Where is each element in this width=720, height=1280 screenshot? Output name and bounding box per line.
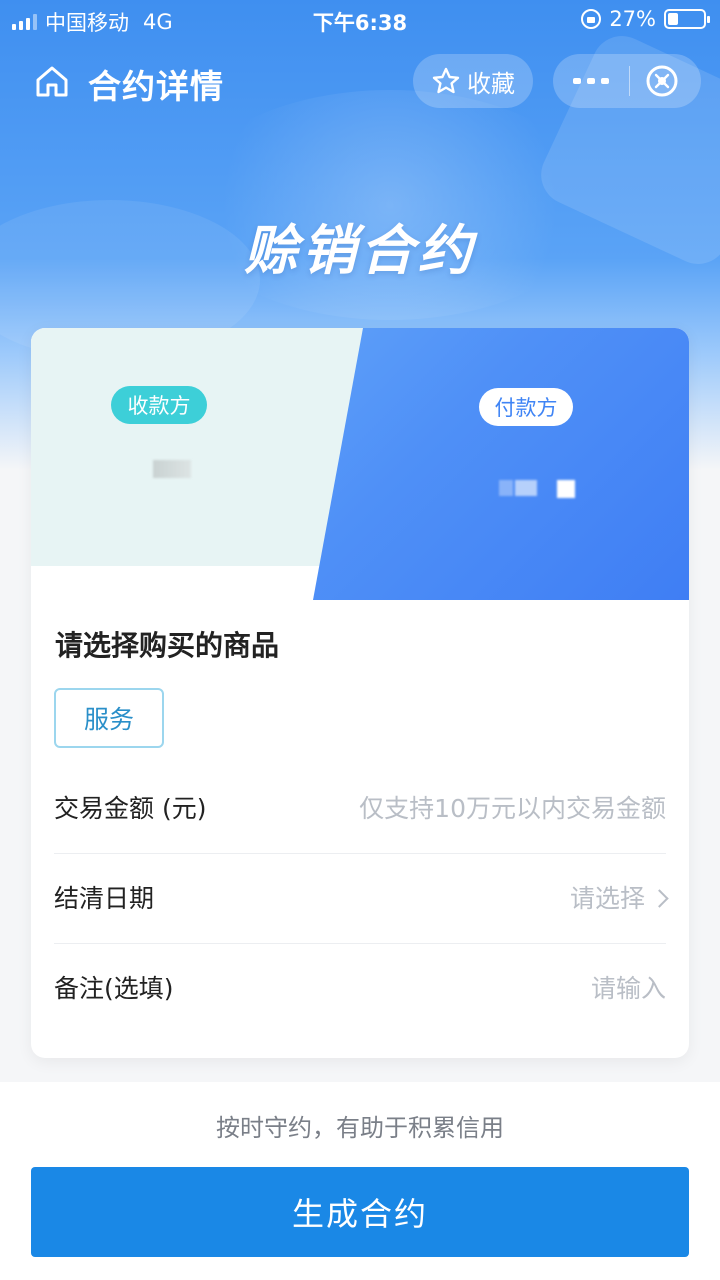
close-icon[interactable] bbox=[644, 63, 680, 99]
navbar: 合约详情 收藏 bbox=[0, 50, 720, 110]
note-label: 备注(选填) bbox=[54, 974, 174, 1003]
payee-name-masked bbox=[153, 460, 191, 478]
settlement-date-placeholder: 请选择 bbox=[569, 884, 645, 913]
payer-tag: 付款方 bbox=[479, 388, 573, 426]
amount-input[interactable]: 仅支持10万元以内交易金额 bbox=[359, 764, 666, 854]
star-icon bbox=[432, 67, 460, 94]
page-title: 合约详情 bbox=[88, 67, 224, 106]
payee-tag: 收款方 bbox=[111, 386, 207, 424]
settlement-date-field[interactable]: 结清日期 请选择 bbox=[54, 854, 669, 944]
note-input[interactable]: 请输入 bbox=[591, 944, 666, 1034]
contract-card: 收款方 付款方 请选择购买的商品 服务 交易金额 (元) 仅支持10万元以内交易… bbox=[31, 328, 689, 1058]
battery-percent: 27% bbox=[609, 7, 656, 31]
credit-hint: 按时守约，有助于积累信用 bbox=[216, 1114, 504, 1142]
amount-label: 交易金额 (元) bbox=[54, 794, 207, 823]
chevron-right-icon bbox=[650, 888, 669, 908]
battery-icon bbox=[664, 9, 710, 29]
settlement-date-label: 结清日期 bbox=[54, 884, 155, 913]
hero-title: 赊销合约 bbox=[244, 219, 476, 282]
settlement-date-picker[interactable]: 请选择 bbox=[569, 854, 669, 944]
amount-field[interactable]: 交易金额 (元) 仅支持10万元以内交易金额 bbox=[54, 764, 666, 854]
favorite-button[interactable]: 收藏 bbox=[413, 54, 533, 108]
capsule-divider bbox=[629, 66, 630, 96]
mini-program-capsule bbox=[553, 54, 701, 108]
note-field[interactable]: 备注(选填) 请输入 bbox=[54, 944, 666, 1034]
rotation-lock-icon bbox=[581, 9, 602, 29]
favorite-label: 收藏 bbox=[467, 69, 515, 98]
parties-header: 收款方 付款方 bbox=[31, 328, 689, 600]
generate-contract-button[interactable]: 生成合约 bbox=[31, 1167, 689, 1257]
more-icon[interactable] bbox=[573, 78, 611, 84]
home-icon[interactable] bbox=[34, 63, 70, 99]
status-bar: 中国移动 4G 下午6:38 27% bbox=[0, 0, 720, 40]
product-option-service[interactable]: 服务 bbox=[54, 688, 164, 748]
section-title: 请选择购买的商品 bbox=[55, 629, 280, 662]
payer-name-masked bbox=[443, 468, 655, 504]
